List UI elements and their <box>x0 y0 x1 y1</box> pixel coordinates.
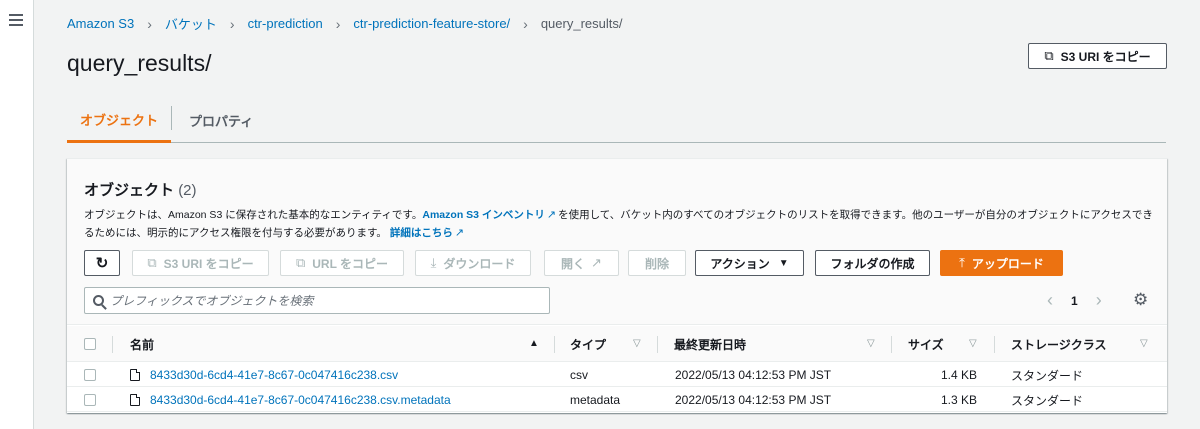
file-icon <box>130 394 140 406</box>
current-page-number[interactable]: 1 <box>1071 294 1078 308</box>
table-row[interactable]: 8433d30d-6cd4-41e7-8c67-0c047416c238.csv… <box>67 388 1167 412</box>
open-button[interactable]: 開く ↗ <box>544 250 619 276</box>
search-input[interactable] <box>110 293 530 308</box>
object-last-modified: 2022/05/13 04:12:53 PM JST <box>675 393 832 407</box>
copy-s3-uri-label: S3 URI をコピー <box>1060 49 1151 64</box>
upload-label: アップロード <box>971 256 1044 271</box>
column-header-last-modified[interactable]: 最終更新日時 <box>674 326 746 362</box>
column-divider <box>657 336 658 353</box>
objects-panel-header: オブジェクト (2) オブジェクトは、Amazon S3 に保存された基本的なエ… <box>67 159 1167 325</box>
next-page-icon[interactable]: › <box>1096 290 1102 311</box>
inventory-link[interactable]: Amazon S3 インベントリ <box>422 209 545 221</box>
checkbox[interactable] <box>84 394 96 406</box>
chevron-right-icon: › <box>523 15 528 32</box>
table-row[interactable]: 8433d30d-6cd4-41e7-8c67-0c047416c238.csv… <box>67 363 1167 387</box>
column-divider <box>554 336 555 353</box>
sort-icon[interactable]: ▽ <box>633 338 641 349</box>
refresh-icon: ↻ <box>95 255 109 272</box>
search-field[interactable] <box>84 287 550 314</box>
object-last-modified: 2022/05/13 04:12:53 PM JST <box>675 368 832 382</box>
upload-button[interactable]: ⤒ アップロード <box>940 250 1063 276</box>
sort-ascending-icon[interactable]: ▲ <box>529 338 539 349</box>
page-title: query_results/ <box>67 50 212 76</box>
learn-more-link[interactable]: 詳細はこちら <box>390 227 453 239</box>
chevron-right-icon: › <box>147 15 152 32</box>
column-divider <box>112 336 113 353</box>
column-divider <box>891 336 892 353</box>
copy-s3-uri-button[interactable]: ⧉ S3 URI をコピー <box>1028 43 1167 69</box>
caret-down-icon: ▼ <box>778 257 789 269</box>
object-type: csv <box>570 368 588 382</box>
chevron-right-icon: › <box>229 15 235 32</box>
column-divider <box>994 336 995 353</box>
objects-description: オブジェクトは、Amazon S3 に保存された基本的なエンティティです。Ama… <box>84 206 1154 242</box>
delete-button[interactable]: 削除 <box>628 250 686 276</box>
object-link[interactable]: 8433d30d-6cd4-41e7-8c67-0c047416c238.csv <box>150 368 398 382</box>
table-header: 名前 ▲ タイプ ▽ 最終更新日時 ▽ サイズ ▽ ストレージクラス ▽ <box>67 326 1167 362</box>
refresh-button[interactable]: ↻ <box>84 250 120 276</box>
download-icon: ⤓ <box>430 255 437 270</box>
actions-dropdown[interactable]: アクション ▼ <box>695 250 804 276</box>
side-navigation-rail <box>0 0 34 429</box>
objects-panel: オブジェクト (2) オブジェクトは、Amazon S3 に保存された基本的なエ… <box>67 158 1167 413</box>
chevron-right-icon: › <box>335 15 341 32</box>
row-checkbox-cell[interactable] <box>84 388 96 412</box>
copy-icon: ⧉ <box>147 255 157 270</box>
copy-s3-uri-toolbar-button[interactable]: ⧉ S3 URI をコピー <box>132 250 269 276</box>
copy-url-button[interactable]: ⧉ URL をコピー <box>280 250 404 276</box>
breadcrumb-current: query_results/ <box>540 16 623 31</box>
object-size: 1.3 KB <box>940 393 977 407</box>
breadcrumb-item-folder[interactable]: ctr-prediction-feature-store/ <box>353 16 510 31</box>
tab-bar: オブジェクト プロパティ <box>67 98 1166 143</box>
sort-icon[interactable]: ▽ <box>969 338 977 349</box>
previous-page-icon[interactable]: ‹ <box>1047 290 1053 311</box>
checkbox[interactable] <box>84 369 96 381</box>
object-size: 1.4 KB <box>940 368 977 382</box>
external-link-icon: ↗ <box>546 209 557 221</box>
download-button[interactable]: ⤓ ダウンロード <box>415 250 531 276</box>
tab-divider <box>171 106 172 130</box>
objects-description-text-1: オブジェクトは、Amazon S3 に保存された基本的なエンティティです。 <box>84 209 423 221</box>
object-name-cell: 8433d30d-6cd4-41e7-8c67-0c047416c238.csv… <box>130 388 451 412</box>
objects-count: (2) <box>178 182 197 199</box>
tab-properties[interactable]: プロパティ <box>189 98 253 142</box>
copy-icon: ⧉ <box>1044 48 1054 63</box>
breadcrumb-item-bucket[interactable]: ctr-prediction <box>248 16 323 31</box>
create-folder-button[interactable]: フォルダの作成 <box>815 250 930 276</box>
checkbox[interactable] <box>84 338 96 350</box>
tab-objects[interactable]: オブジェクト <box>67 98 171 143</box>
object-link[interactable]: 8433d30d-6cd4-41e7-8c67-0c047416c238.csv… <box>150 393 451 407</box>
breadcrumb-item-buckets[interactable]: バケット <box>165 14 217 33</box>
column-header-name[interactable]: 名前 <box>130 326 154 362</box>
file-icon <box>130 369 140 381</box>
column-header-storage-class[interactable]: ストレージクラス <box>1011 326 1107 362</box>
object-storage-class: スタンダード <box>1011 393 1084 408</box>
actions-label: アクション <box>710 256 770 271</box>
upload-icon: ⤒ <box>959 255 965 270</box>
copy-s3-uri-toolbar-label: S3 URI をコピー <box>163 256 254 271</box>
search-icon <box>93 295 104 306</box>
object-storage-class: スタンダード <box>1011 368 1084 383</box>
row-checkbox-cell[interactable] <box>84 363 96 387</box>
sort-icon[interactable]: ▽ <box>867 338 875 349</box>
hamburger-icon[interactable] <box>9 14 23 29</box>
select-all-checkbox[interactable] <box>84 326 96 362</box>
download-label: ダウンロード <box>443 256 516 271</box>
pagination: ‹ 1 › <box>1047 287 1102 314</box>
copy-icon: ⧉ <box>295 255 306 270</box>
breadcrumb: Amazon S3 › バケット › ctr-prediction › ctr-… <box>67 14 622 33</box>
copy-url-label: URL をコピー <box>312 256 389 271</box>
breadcrumb-item-amazon-s3[interactable]: Amazon S3 <box>67 16 134 31</box>
external-link-icon: ↗ <box>591 255 602 270</box>
object-type: metadata <box>570 393 621 407</box>
column-header-size[interactable]: サイズ <box>908 326 944 362</box>
settings-gear-icon[interactable]: ⚙ <box>1133 290 1148 310</box>
objects-panel-title: オブジェクト (2) <box>84 179 197 200</box>
object-name-cell: 8433d30d-6cd4-41e7-8c67-0c047416c238.csv <box>130 363 398 387</box>
column-header-type[interactable]: タイプ <box>570 326 606 362</box>
objects-title: オブジェクト <box>84 182 175 199</box>
open-label: 開く <box>561 256 586 271</box>
sort-icon[interactable]: ▽ <box>1140 338 1148 349</box>
external-link-icon: ↗ <box>454 227 465 239</box>
